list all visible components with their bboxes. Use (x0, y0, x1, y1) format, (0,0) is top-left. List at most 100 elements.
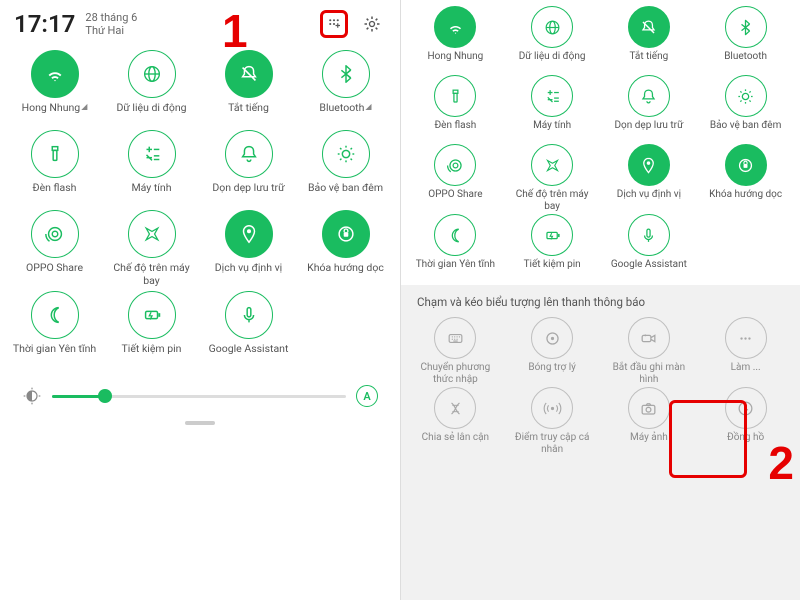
globe-icon (128, 50, 176, 98)
tile-airplane[interactable]: Chế độ trên máy bay (504, 144, 601, 212)
tile-flash[interactable]: Đèn flash (407, 75, 504, 142)
tile-clean[interactable]: Dọn dẹp lưu trữ (601, 75, 698, 142)
tile-rotlock[interactable]: Khóa hướng dọc (297, 210, 394, 287)
tile-label: Chia sẻ lân cận (422, 432, 489, 454)
pin-icon (225, 210, 273, 258)
tile-night[interactable]: Bảo vệ ban đêm (697, 75, 794, 142)
tile-record[interactable]: Bắt đầu ghi màn hình (601, 317, 698, 385)
mic-icon (628, 214, 670, 256)
tile-calc[interactable]: Máy tính (103, 130, 200, 206)
tile-zen[interactable]: Thời gian Yên tĩnh (407, 214, 504, 281)
share-icon (434, 144, 476, 186)
tile-rotlock[interactable]: Khóa hướng dọc (697, 144, 794, 212)
tile-ime[interactable]: Chuyển phương thức nhập (407, 317, 504, 385)
tile-opposhare[interactable]: OPPO Share (407, 144, 504, 212)
calc-icon (531, 75, 573, 117)
tile-label: Thời gian Yên tĩnh (416, 259, 495, 281)
plane-icon (128, 210, 176, 258)
tile-wifi[interactable]: Hong Nhung◢ (6, 50, 103, 126)
tile-label: Máy tính (132, 182, 172, 206)
tile-label: Dịch vụ định vị (617, 189, 681, 211)
tile-bluetooth[interactable]: Bluetooth◢ (297, 50, 394, 126)
drag-handle[interactable] (185, 421, 215, 425)
tile-batt[interactable]: Tiết kiệm pin (504, 214, 601, 281)
tile-label: OPPO Share (428, 189, 482, 211)
tile-label: Bluetooth◢ (319, 102, 371, 126)
dna-icon (434, 387, 476, 429)
edit-tiles-button[interactable] (320, 10, 348, 38)
tile-calc[interactable]: Máy tính (504, 75, 601, 142)
tile-label: Bóng trợ lý (528, 362, 575, 384)
tile-mute[interactable]: Tắt tiếng (200, 50, 297, 126)
tile-wifi[interactable]: Hong Nhung (407, 6, 504, 73)
battery-icon (128, 291, 176, 339)
rot-lock-icon (322, 210, 370, 258)
tile-flash[interactable]: Đèn flash (6, 130, 103, 206)
tile-mute[interactable]: Tắt tiếng (601, 6, 698, 73)
brightness-row: A (0, 371, 400, 415)
drag-hint-text: Chạm và kéo biểu tượng lên thanh thông b… (407, 295, 794, 317)
tile-location[interactable]: Dịch vụ định vị (200, 210, 297, 287)
tile-label: Dữ liệu di động (116, 102, 186, 126)
tile-assistant[interactable]: Google Assistant (200, 291, 297, 367)
auto-brightness-toggle[interactable]: A (356, 385, 378, 407)
video-icon (628, 317, 670, 359)
annotation-highlight-2 (669, 400, 747, 478)
brightness-icon (22, 386, 42, 406)
tile-label: Dịch vụ định vị (215, 262, 282, 286)
bluetooth-icon (725, 6, 767, 48)
brightness-slider[interactable] (52, 395, 346, 398)
keyboard-icon (434, 317, 476, 359)
tile-data[interactable]: Dữ liệu di động (103, 50, 200, 126)
bluetooth-icon (322, 50, 370, 98)
settings-button[interactable] (358, 10, 386, 38)
quick-tiles-grid: Hong Nhung◢ Dữ liệu di động Tắt tiếng Bluet… (0, 42, 400, 371)
flashlight-icon (31, 130, 79, 178)
tile-data[interactable]: Dữ liệu di động (504, 6, 601, 73)
tile-opposhare[interactable]: OPPO Share (6, 210, 103, 287)
tile-label: Dọn dẹp lưu trữ (614, 120, 683, 142)
sun-dots-icon (725, 75, 767, 117)
circle-dot-icon (531, 317, 573, 359)
tile-airplane[interactable]: Chế độ trên máy bay (103, 210, 200, 287)
bell-icon (628, 75, 670, 117)
tile-night[interactable]: Bảo vệ ban đêm (297, 130, 394, 206)
battery-icon (531, 214, 573, 256)
tile-label: Tiết kiệm pin (524, 259, 581, 281)
camera-icon (628, 387, 670, 429)
wifi-icon (31, 50, 79, 98)
panel-quick-settings: 17:17 28 tháng 6 Thứ Hai 1 Hong Nhung◢ Dữ… (0, 0, 400, 600)
flashlight-icon (434, 75, 476, 117)
moon-icon (31, 291, 79, 339)
tile-hidden1[interactable]: Làm ... (697, 317, 794, 385)
bell-icon (225, 130, 273, 178)
tile-label: Làm ... (731, 362, 761, 384)
tile-clean[interactable]: Dọn dẹp lưu trữ (200, 130, 297, 206)
tile-ball[interactable]: Bóng trợ lý (504, 317, 601, 385)
tile-label: Chuyển phương thức nhập (411, 362, 499, 385)
tile-label: Máy ảnh (630, 432, 668, 454)
pin-icon (628, 144, 670, 186)
active-tiles-grid: Hong Nhung Dữ liệu di động Tắt tiếng Blueto… (401, 6, 800, 281)
date-block: 28 tháng 6 Thứ Hai (85, 11, 137, 37)
annotation-number-2: 2 (768, 436, 794, 490)
grid-edit-icon (325, 14, 343, 34)
gear-icon (362, 14, 382, 34)
tile-bluetooth[interactable]: Bluetooth (697, 6, 794, 73)
bell-off-icon (628, 6, 670, 48)
tile-zen[interactable]: Thời gian Yên tĩnh (6, 291, 103, 367)
annotation-number-1: 1 (222, 4, 248, 58)
tile-assistant[interactable]: Google Assistant (601, 214, 698, 281)
tile-label: Đèn flash (33, 182, 77, 206)
tile-label: Tắt tiếng (630, 51, 669, 73)
tile-hotspot[interactable]: Điểm truy cập cá nhân (504, 387, 601, 455)
sun-dots-icon (322, 130, 370, 178)
globe-icon (531, 6, 573, 48)
calc-icon (128, 130, 176, 178)
tile-location[interactable]: Dịch vụ định vị (601, 144, 698, 212)
tile-label: Hong Nhung (428, 51, 484, 73)
clock-time: 17:17 (14, 10, 75, 38)
tile-nearby[interactable]: Chia sẻ lân cận (407, 387, 504, 455)
tile-label: Hong Nhung◢ (22, 102, 88, 126)
tile-batt[interactable]: Tiết kiệm pin (103, 291, 200, 367)
